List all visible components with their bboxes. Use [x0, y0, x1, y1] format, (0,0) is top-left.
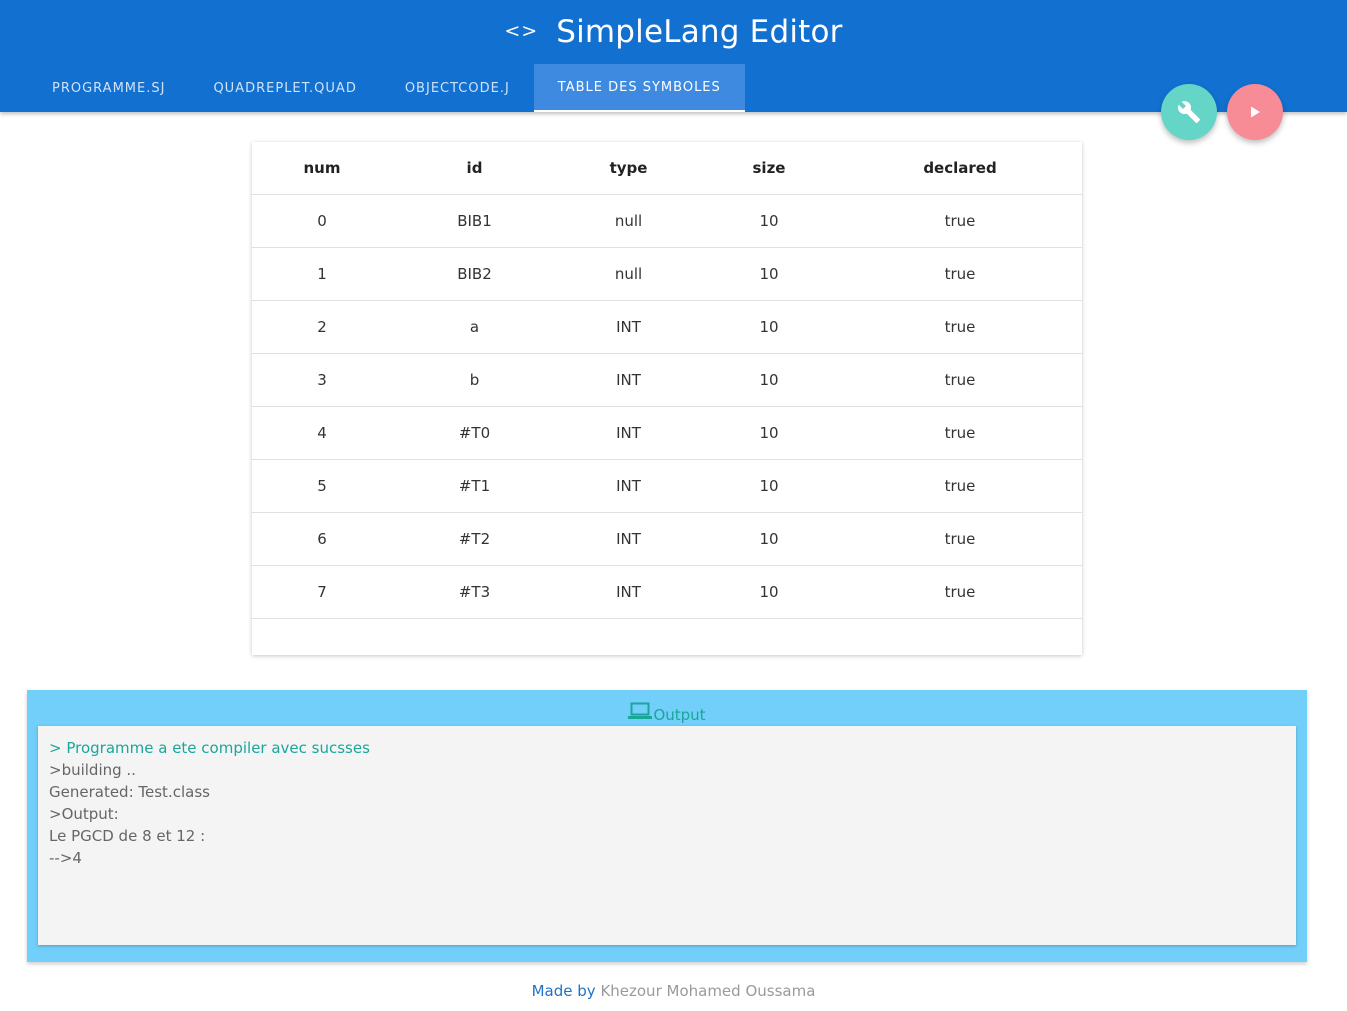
cell-type: null [557, 247, 700, 301]
cell-declared: true [838, 512, 1082, 566]
console-line: > Programme a ete compiler avec sucsses [49, 739, 370, 757]
cell-num: 0 [252, 194, 392, 248]
console-line: Le PGCD de 8 et 12 : [49, 827, 206, 845]
output-header: Output [27, 690, 1307, 726]
cell-size: 10 [700, 247, 838, 301]
footer: Made by Khezour Mohamed Oussama [0, 982, 1347, 1000]
cell-num: 1 [252, 247, 392, 301]
cell-type: INT [557, 353, 700, 407]
cell-declared: true [838, 300, 1082, 354]
cell-id: a [392, 300, 557, 354]
cell-type: INT [557, 406, 700, 460]
header-type: type [557, 142, 700, 195]
cell-num: 2 [252, 300, 392, 354]
app-bar: <> SimpleLang Editor PROGRAMME.SJ QUADRE… [0, 0, 1347, 112]
cell-id: #T0 [392, 406, 557, 460]
title-row: <> SimpleLang Editor [0, 0, 1347, 64]
cell-declared: true [838, 353, 1082, 407]
cell-id: BIB2 [392, 247, 557, 301]
console-line: -->4 [49, 849, 82, 867]
cell-size: 10 [700, 194, 838, 248]
wrench-icon [1177, 101, 1200, 123]
cell-num: 7 [252, 565, 392, 619]
table-row: 2 a INT 10 true [252, 300, 1082, 354]
output-panel: Output > Programme a ete compiler avec s… [27, 690, 1307, 962]
build-button[interactable] [1161, 84, 1217, 140]
symbol-table: num id type size declared 0 BIB1 null 10… [252, 142, 1082, 619]
code-icon: <> [504, 20, 539, 42]
table-row: 5 #T1 INT 10 true [252, 459, 1082, 513]
cell-size: 10 [700, 300, 838, 354]
table-row: 3 b INT 10 true [252, 353, 1082, 407]
run-button[interactable] [1227, 84, 1283, 140]
console-line: >building .. [49, 761, 136, 779]
header-num: num [252, 142, 392, 195]
output-console[interactable]: > Programme a ete compiler avec sucsses … [38, 726, 1296, 945]
footer-made-by: Made by [531, 982, 596, 1000]
table-header-row: num id type size declared [252, 142, 1082, 195]
tab-symbol-table[interactable]: TABLE DES SYMBOLES [533, 64, 745, 112]
table-row: 7 #T3 INT 10 true [252, 565, 1082, 619]
output-title: Output [653, 706, 706, 724]
cell-type: INT [557, 459, 700, 513]
header-declared: declared [838, 142, 1082, 195]
cell-id: #T2 [392, 512, 557, 566]
cell-size: 10 [700, 406, 838, 460]
app-title: SimpleLang Editor [556, 14, 843, 50]
cell-num: 5 [252, 459, 392, 513]
play-icon [1251, 106, 1260, 118]
cell-declared: true [838, 194, 1082, 248]
table-row: 4 #T0 INT 10 true [252, 406, 1082, 460]
cell-num: 6 [252, 512, 392, 566]
file-tabs: PROGRAMME.SJ QUADREPLET.QUAD OBJECTCODE.… [28, 64, 745, 112]
cell-id: b [392, 353, 557, 407]
cell-num: 4 [252, 406, 392, 460]
cell-id: #T3 [392, 565, 557, 619]
symbol-table-card: num id type size declared 0 BIB1 null 10… [252, 142, 1082, 655]
tab-quadreplet[interactable]: QUADREPLET.QUAD [189, 64, 380, 112]
cell-declared: true [838, 459, 1082, 513]
cell-declared: true [838, 565, 1082, 619]
cell-size: 10 [700, 353, 838, 407]
footer-author: Khezour Mohamed Oussama [600, 982, 816, 1000]
cell-id: #T1 [392, 459, 557, 513]
laptop-icon [628, 702, 653, 719]
cell-type: null [557, 194, 700, 248]
cell-type: INT [557, 565, 700, 619]
cell-type: INT [557, 300, 700, 354]
table-row: 1 BIB2 null 10 true [252, 247, 1082, 301]
console-line: >Output: [49, 805, 119, 823]
table-row: 0 BIB1 null 10 true [252, 194, 1082, 248]
header-id: id [392, 142, 557, 195]
cell-size: 10 [700, 512, 838, 566]
cell-size: 10 [700, 459, 838, 513]
tab-objectcode[interactable]: OBJECTCODE.J [381, 64, 534, 112]
cell-num: 3 [252, 353, 392, 407]
tab-programme[interactable]: PROGRAMME.SJ [28, 64, 189, 112]
cell-declared: true [838, 247, 1082, 301]
table-row: 6 #T2 INT 10 true [252, 512, 1082, 566]
cell-type: INT [557, 512, 700, 566]
header-size: size [700, 142, 838, 195]
console-line: Generated: Test.class [49, 783, 210, 801]
cell-size: 10 [700, 565, 838, 619]
cell-id: BIB1 [392, 194, 557, 248]
cell-declared: true [838, 406, 1082, 460]
